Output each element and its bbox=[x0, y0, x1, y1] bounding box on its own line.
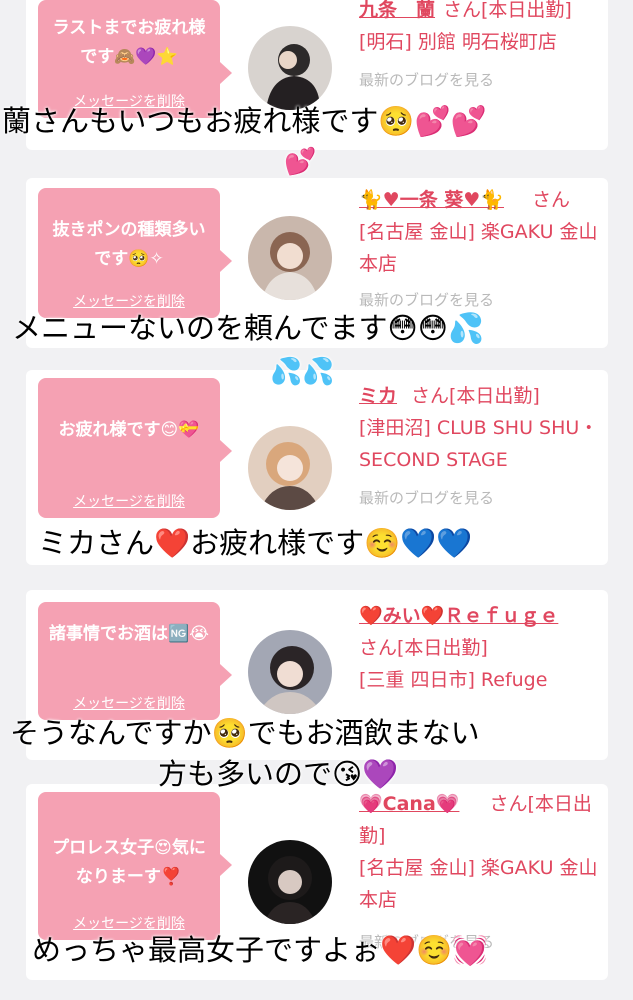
overlay-caption: 💦💦 bbox=[270, 357, 335, 387]
message-text: 抜きポンの種類多いです🥺✧ bbox=[52, 220, 206, 269]
overlay-caption: 方も多いので😘💜 bbox=[158, 757, 399, 791]
girl-suffix: さん[本日出勤] bbox=[443, 0, 572, 21]
message-text: お疲れ様です😊💝 bbox=[58, 420, 200, 440]
girl-info: ミカ さん[本日出勤] [津田沼] CLUB SHU SHU・SECOND STA… bbox=[359, 380, 604, 514]
message-bubble: 抜きポンの種類多いです🥺✧ メッセージを削除 bbox=[38, 188, 232, 318]
avatar[interactable] bbox=[248, 216, 332, 300]
girl-info: 🐈♥一条 葵♥🐈 さん [名古屋 金山] 楽GAKU 金山本店 最新のブログを見る bbox=[359, 184, 604, 316]
girl-info: ❤️みい❤️Ｒｅｆｕｇｅ さん[本日出勤] [三重 四日市] Refuge bbox=[359, 600, 604, 696]
message-text: プロレス女子😍気になりまーす❣️ bbox=[52, 838, 206, 887]
overlay-caption: 蘭さんもいつもお疲れ様です🥺💕💕 bbox=[2, 104, 487, 138]
shop-label: [名古屋 金山] 楽GAKU 金山本店 bbox=[359, 221, 598, 275]
avatar[interactable] bbox=[248, 426, 332, 510]
overlay-caption: メニューないのを頼んでます😳😳💦 bbox=[12, 311, 485, 345]
overlay-caption: めっちゃ最高女子ですよぉ❤️☺️💓 bbox=[32, 933, 489, 967]
girl-name-link[interactable]: ❤️みい❤️Ｒｅｆｕｇｅ bbox=[359, 601, 584, 631]
girl-name-link[interactable]: ミカ bbox=[359, 385, 397, 407]
girl-name-link[interactable]: 九条 蘭 bbox=[359, 0, 435, 21]
shop-label: [津田沼] CLUB SHU SHU・SECOND STAGE bbox=[359, 417, 599, 471]
blog-link[interactable]: 最新のブログを見る bbox=[359, 64, 604, 96]
shop-label: [名古屋 金山] 楽GAKU 金山本店 bbox=[359, 857, 598, 911]
message-bubble: お疲れ様です😊💝 メッセージを削除 bbox=[38, 378, 232, 518]
avatar[interactable] bbox=[248, 26, 332, 110]
delete-message-link[interactable]: メッセージを削除 bbox=[38, 493, 220, 511]
girl-info: 九条 蘭さん[本日出勤] [明石] 別館 明石桜町店 最新のブログを見る bbox=[359, 0, 604, 96]
girl-name-link[interactable]: 💗Cana💗 bbox=[359, 793, 459, 815]
girl-suffix: さん[本日出勤] bbox=[411, 385, 540, 407]
girl-name-link[interactable]: 🐈♥一条 葵♥🐈 bbox=[359, 189, 504, 211]
shop-label: [三重 四日市] Refuge bbox=[359, 669, 548, 691]
overlay-caption: ミカさん❤️お疲れ様です☺️💙💙 bbox=[38, 526, 473, 560]
message-text: ラストまでお疲れ様です🙈💜⭐ bbox=[52, 18, 206, 67]
delete-message-link[interactable]: メッセージを削除 bbox=[38, 695, 220, 713]
overlay-caption: 💕 bbox=[284, 147, 317, 177]
avatar[interactable] bbox=[248, 630, 332, 714]
message-bubble: 諸事情でお酒は🆖😭 メッセージを削除 bbox=[38, 602, 232, 720]
girl-suffix: さん[本日出勤] bbox=[359, 637, 488, 659]
overlay-caption: そうなんですか🥺でもお酒飲まない bbox=[10, 716, 480, 750]
girl-suffix: さん bbox=[532, 189, 571, 211]
blog-link[interactable]: 最新のブログを見る bbox=[359, 482, 604, 514]
shop-label: [明石] 別館 明石桜町店 bbox=[359, 31, 557, 53]
avatar[interactable] bbox=[248, 840, 332, 924]
message-bubble: プロレス女子😍気になりまーす❣️ メッセージを削除 bbox=[38, 792, 232, 940]
message-text: 諸事情でお酒は🆖😭 bbox=[48, 624, 210, 644]
